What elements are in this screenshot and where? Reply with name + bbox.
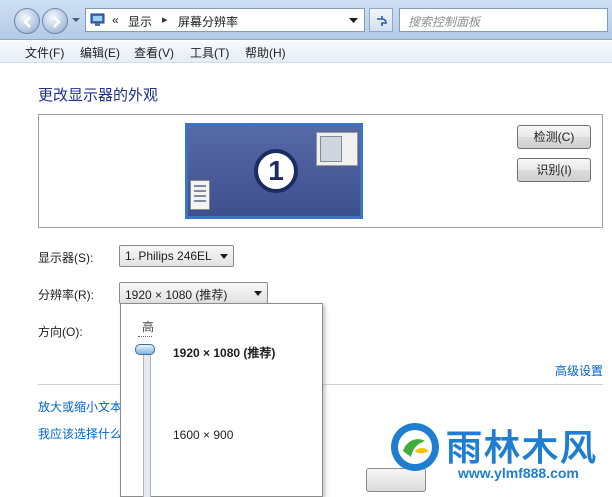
advanced-settings-link[interactable]: 高级设置 (555, 362, 603, 379)
address-field[interactable]: « 显示 ▸ 屏幕分辨率 (85, 8, 365, 32)
chevron-down-icon (220, 254, 228, 259)
resolution-option[interactable]: 1600 × 900 (173, 428, 233, 442)
breadcrumb-separator[interactable]: ▸ (162, 13, 168, 26)
refresh-button[interactable] (369, 8, 393, 32)
search-placeholder: 搜索控制面板 (408, 15, 481, 29)
resolution-dropdown: 高 1920 × 1080 (推荐) 1600 × 900 (120, 303, 323, 497)
resolution-label: 分辨率(R): (38, 288, 94, 302)
refresh-icon (377, 16, 387, 26)
arrow-right-icon (53, 16, 61, 28)
display-select-value: 1. Philips 246EL (125, 249, 212, 263)
resolution-slider-thumb[interactable] (135, 344, 155, 355)
control-panel-icon (90, 13, 105, 26)
arrow-left-icon (23, 16, 31, 28)
menu-bar: 文件(F) 编辑(E) 查看(V) 工具(T) 帮助(H) (0, 41, 612, 63)
identify-button[interactable]: 识别(I) (517, 158, 591, 182)
search-input[interactable]: 搜索控制面板 (399, 8, 608, 32)
which-setting-link[interactable]: 我应该选择什么 (38, 425, 122, 442)
recent-pages-dropdown-icon[interactable] (72, 16, 80, 24)
window-thumbnail-icon (316, 132, 358, 166)
orientation-label: 方向(O): (38, 325, 83, 339)
breadcrumb-prefix[interactable]: « (112, 13, 119, 27)
resolution-high-label: 高 (142, 320, 155, 334)
display-label: 显示器(S): (38, 251, 94, 265)
menu-view[interactable]: 查看(V) (134, 44, 174, 61)
forward-button[interactable] (42, 8, 68, 34)
resolution-option[interactable]: 1920 × 1080 (推荐) (173, 344, 275, 361)
monitor-number-badge: 1 (254, 149, 298, 193)
menu-help[interactable]: 帮助(H) (245, 44, 286, 61)
watermark-url: www.ylmf888.com (458, 465, 579, 481)
display-select[interactable]: 1. Philips 246EL (119, 245, 234, 267)
document-thumbnail-icon (190, 180, 210, 210)
breadcrumb-display[interactable]: 显示 (128, 13, 152, 30)
resolution-select[interactable]: 1920 × 1080 (推荐) (119, 282, 268, 304)
monitor-number: 1 (268, 155, 284, 186)
text-size-link[interactable]: 放大或缩小文本 (38, 398, 122, 415)
back-button[interactable] (14, 8, 40, 34)
address-bar: « 显示 ▸ 屏幕分辨率 搜索控制面板 (0, 0, 612, 40)
menu-file[interactable]: 文件(F) (25, 44, 64, 61)
resolution-slider[interactable] (143, 344, 151, 497)
menu-edit[interactable]: 编辑(E) (80, 44, 120, 61)
chevron-down-icon (254, 291, 262, 296)
detect-button[interactable]: 检测(C) (517, 125, 591, 149)
display-preview: 1 检测(C) 识别(I) (38, 114, 603, 228)
watermark-title: 雨林木风 (446, 428, 599, 469)
page-title: 更改显示器的外观 (38, 87, 159, 104)
resolution-select-value: 1920 × 1080 (推荐) (125, 288, 228, 302)
monitor-1[interactable]: 1 (185, 123, 363, 219)
menu-tools[interactable]: 工具(T) (190, 44, 229, 61)
breadcrumb-screen-resolution[interactable]: 屏幕分辨率 (178, 13, 238, 30)
slider-tick (138, 336, 152, 337)
address-dropdown-icon[interactable] (349, 16, 358, 25)
ylmf-logo-icon (391, 423, 439, 471)
